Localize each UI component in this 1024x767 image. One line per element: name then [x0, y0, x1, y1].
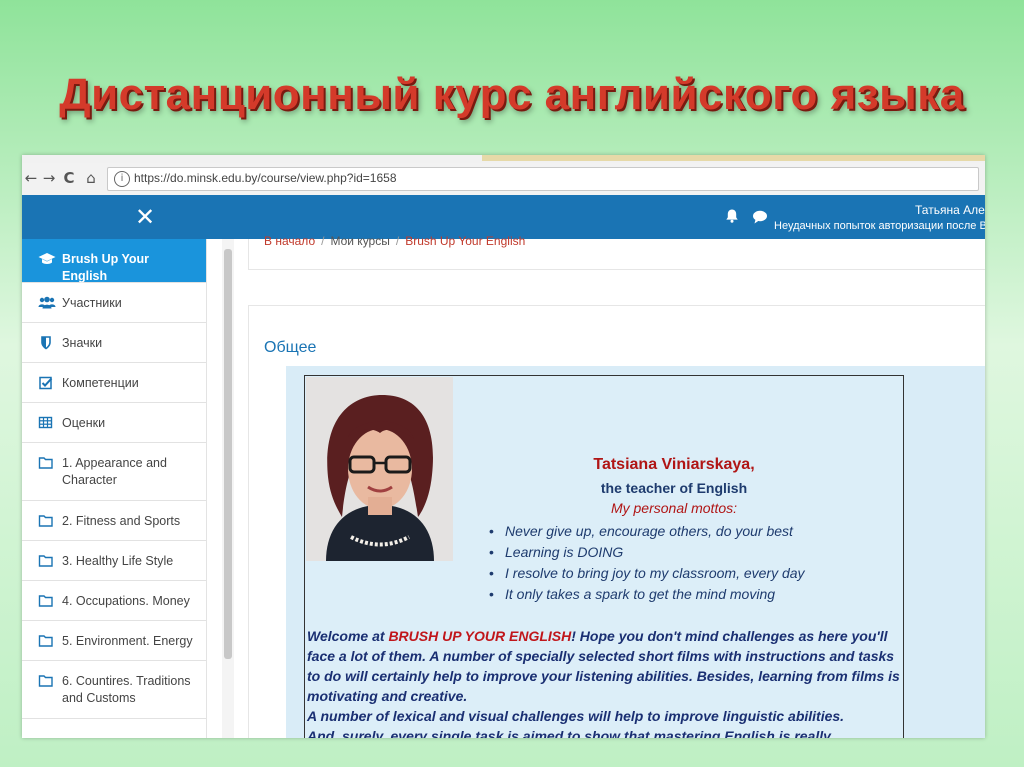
sidebar-item-course[interactable]: Brush Up Your English — [22, 239, 206, 283]
slide-title: Дистанционный курс английского языка — [59, 70, 965, 119]
forward-button[interactable]: → — [40, 169, 58, 187]
home-button[interactable]: ⌂ — [82, 169, 100, 187]
sidebar-item-topic-2[interactable]: 2. Fitness and Sports — [22, 501, 206, 541]
course-sidebar: Brush Up Your English Участники Значки К… — [22, 239, 207, 738]
teacher-intro: Tatsiana Viniarskaya, the teacher of Eng… — [304, 375, 904, 738]
mottos-list: Never give up, encourage others, do your… — [489, 521, 805, 605]
sidebar-item-label: 3. Healthy Life Style — [62, 554, 174, 568]
users-icon — [38, 296, 56, 309]
section-title[interactable]: Общее — [264, 339, 316, 357]
welcome-text: Welcome at BRUSH UP YOUR ENGLISH! Hope y… — [307, 626, 901, 738]
breadcrumb-separator: / — [395, 234, 400, 248]
breadcrumb-my-courses[interactable]: Мои курсы — [330, 234, 389, 248]
sidebar-item-grades[interactable]: Оценки — [22, 403, 206, 443]
browser-tab[interactable] — [482, 155, 985, 161]
welcome-prefix: Welcome at — [307, 628, 389, 644]
teacher-role: the teacher of English — [600, 480, 748, 496]
welcome-brand: BRUSH UP YOUR ENGLISH — [388, 628, 572, 644]
sidebar-item-label: Участники — [62, 296, 122, 310]
sidebar-item-label: Значки — [62, 336, 103, 350]
sidebar-item-label: 5. Environment. Energy — [62, 634, 193, 648]
folder-icon — [38, 555, 53, 567]
folder-icon — [38, 675, 53, 687]
breadcrumb-home[interactable]: В начало — [264, 234, 315, 248]
sidebar-item-competencies[interactable]: Компетенции — [22, 363, 206, 403]
welcome-body-3: And, surely, every single task is aimed … — [307, 728, 831, 738]
user-name[interactable]: Татьяна Але — [915, 203, 985, 217]
sidebar-item-topic-5[interactable]: 5. Environment. Energy — [22, 621, 206, 661]
top-navbar: ✕ Татьяна Але Неудачных попыток авториза… — [22, 195, 985, 239]
sidebar-item-participants[interactable]: Участники — [22, 283, 206, 323]
graduation-cap-icon — [38, 253, 56, 264]
motto-item: I resolve to bring joy to my classroom, … — [489, 563, 805, 584]
welcome-body-2: A number of lexical and visual challenge… — [307, 708, 845, 724]
motto-item: Never give up, encourage others, do your… — [489, 521, 805, 542]
sidebar-scrollbar[interactable] — [222, 239, 234, 738]
sidebar-item-topic-6[interactable]: 6. Countires. Traditions and Customs — [22, 661, 206, 719]
back-button[interactable]: ← — [22, 169, 40, 187]
folder-icon — [38, 595, 53, 607]
bell-icon[interactable] — [724, 208, 740, 224]
chat-icon[interactable] — [752, 209, 768, 225]
folder-icon — [38, 515, 53, 527]
login-warning: Неудачных попыток авторизации после Ва — [774, 220, 985, 232]
checkbox-icon — [39, 376, 53, 390]
shield-icon — [41, 336, 51, 350]
folder-icon — [38, 635, 53, 647]
sidebar-item-badges[interactable]: Значки — [22, 323, 206, 363]
sidebar-item-label: 2. Fitness and Sports — [62, 514, 181, 528]
info-icon[interactable]: i — [114, 171, 130, 187]
table-icon — [38, 416, 53, 429]
motto-item: It only takes a spark to get the mind mo… — [489, 584, 805, 605]
mottos-heading: My personal mottos: — [610, 500, 738, 516]
folder-icon — [38, 457, 53, 469]
url-text[interactable]: https://do.minsk.edu.by/course/view.php?… — [134, 171, 397, 185]
browser-screenshot: ← → C ⌂ i https://do.minsk.edu.by/course… — [22, 155, 985, 738]
sidebar-item-label: 6. Countires. Traditions and Customs — [62, 674, 191, 705]
breadcrumb: В начало / Мои курсы / Brush Up Your English — [264, 234, 525, 248]
sidebar-item-label: Компетенции — [62, 376, 139, 390]
sidebar-item-label: Оценки — [62, 416, 106, 430]
close-drawer-button[interactable]: ✕ — [135, 202, 155, 232]
scrollbar-thumb[interactable] — [224, 249, 232, 659]
sidebar-item-topic-1[interactable]: 1. Appearance and Character — [22, 443, 206, 501]
sidebar-item-label: 4. Occupations. Money — [62, 594, 190, 608]
breadcrumb-separator: / — [321, 234, 325, 248]
motto-item: Learning is DOING — [489, 542, 805, 563]
teacher-name: Tatsiana Viniarskaya, — [593, 456, 755, 473]
sidebar-item-label: Brush Up Your English — [62, 252, 150, 283]
url-field[interactable]: i https://do.minsk.edu.by/course/view.ph… — [107, 167, 979, 191]
sidebar-item-label: 1. Appearance and Character — [62, 456, 167, 487]
address-bar: ← → C ⌂ i https://do.minsk.edu.by/course… — [22, 163, 985, 196]
reload-button[interactable]: C — [60, 169, 78, 187]
sidebar-item-topic-4[interactable]: 4. Occupations. Money — [22, 581, 206, 621]
breadcrumb-course[interactable]: Brush Up Your English — [405, 234, 525, 248]
sidebar-item-topic-3[interactable]: 3. Healthy Life Style — [22, 541, 206, 581]
main-content: В начало / Мои курсы / Brush Up Your English… — [234, 234, 985, 738]
